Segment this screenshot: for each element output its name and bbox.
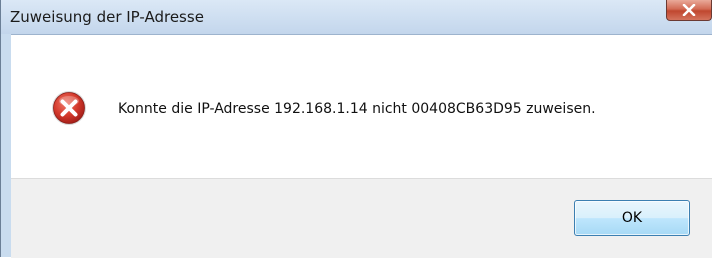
ok-button[interactable]: OK — [574, 200, 690, 236]
close-button[interactable] — [666, 0, 712, 21]
window-title: Zuweisung der IP-Adresse — [10, 8, 204, 26]
title-bar[interactable]: Zuweisung der IP-Adresse — [1, 0, 712, 34]
dialog-window: Zuweisung der IP-Adresse Konnte die IP-A… — [0, 0, 712, 258]
error-message: Konnte die IP-Adresse 192.168.1.14 nicht… — [118, 101, 596, 117]
error-icon — [52, 91, 86, 125]
close-icon — [682, 4, 696, 16]
dialog-content: Konnte die IP-Adresse 192.168.1.14 nicht… — [11, 34, 712, 178]
button-bar: OK — [11, 178, 712, 258]
